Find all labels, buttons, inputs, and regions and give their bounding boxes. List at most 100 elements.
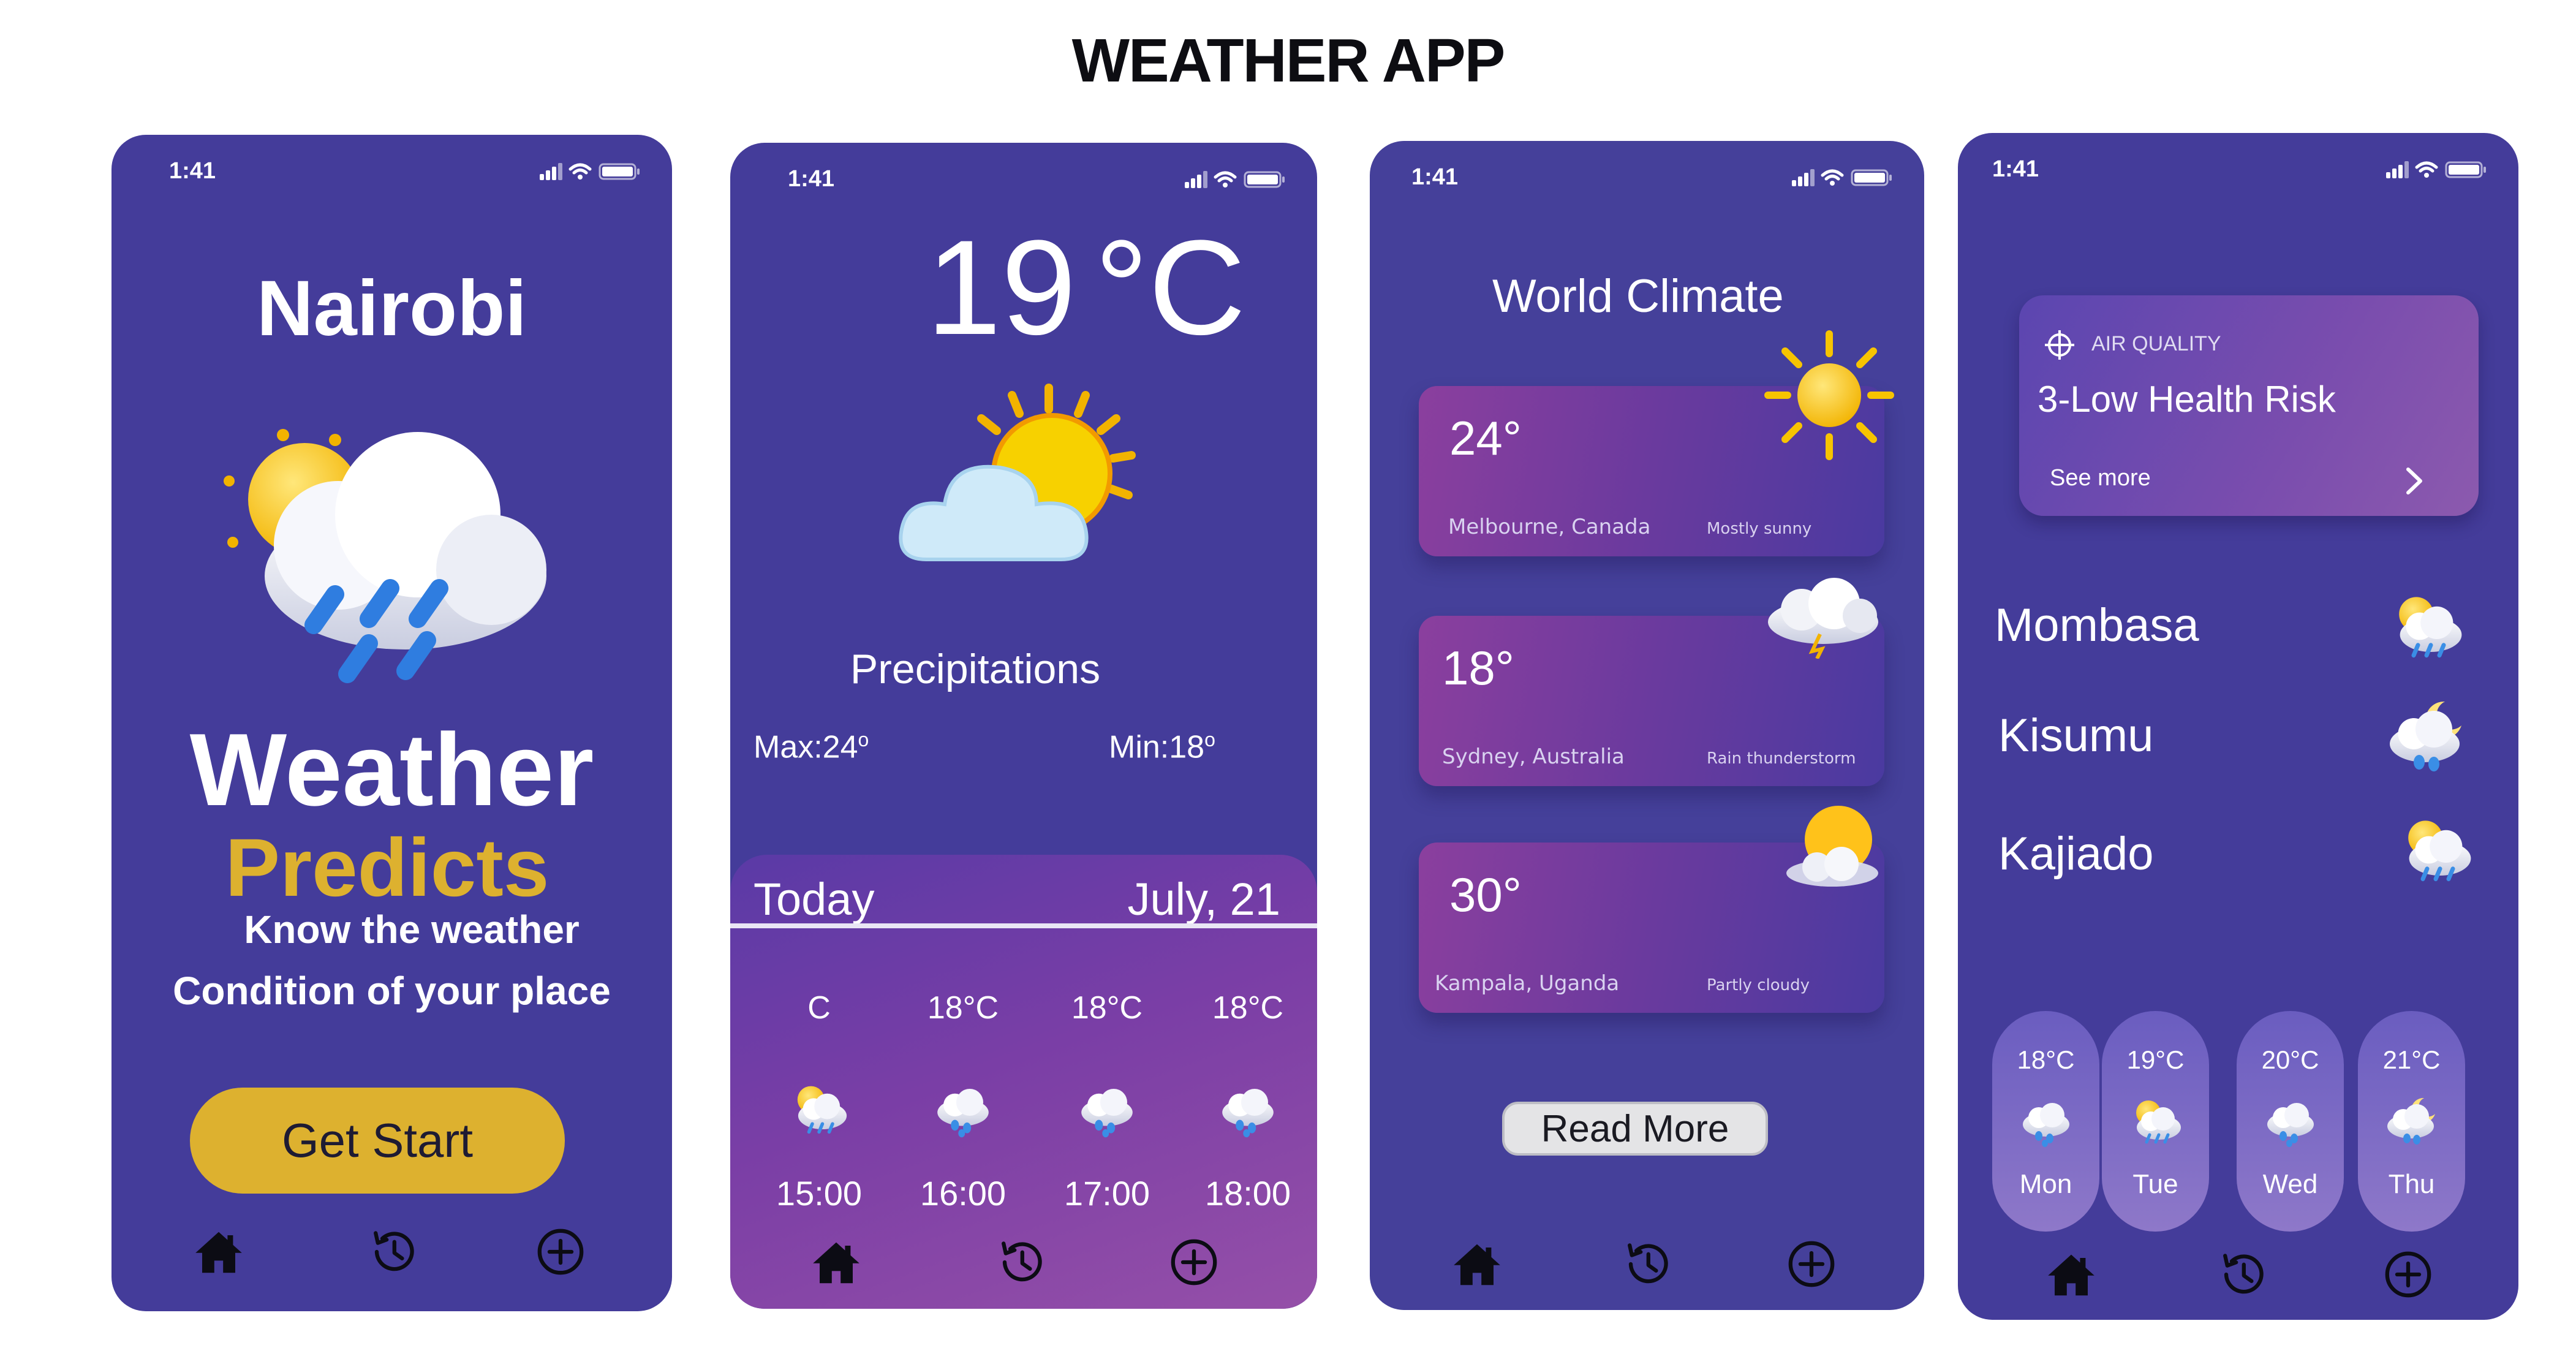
read-more-button[interactable]: Read More xyxy=(1502,1102,1768,1156)
sun-cloud-rain-icon xyxy=(2378,583,2476,669)
status-time: 1:41 xyxy=(1992,156,2039,182)
storm-cloud-icon xyxy=(1768,578,1878,659)
hour-time: 16:00 xyxy=(920,1174,1007,1213)
bottom-nav xyxy=(1958,1242,2518,1303)
sun-cloud-icon xyxy=(899,384,1136,561)
headline-predicts: Predicts xyxy=(225,822,550,914)
cloud-rain-icon xyxy=(2015,1091,2077,1152)
hour-column: 18°C 18:00 xyxy=(1184,990,1312,1213)
sun-cloud-rain-icon xyxy=(785,1075,853,1143)
sun-cloud-icon xyxy=(1786,806,1878,887)
sun-cloud-rain-icon xyxy=(2387,807,2485,893)
page-title: WEATHER APP xyxy=(1071,26,1506,95)
history-icon[interactable] xyxy=(994,1235,1049,1290)
phone-screen-welcome: 1:41 Nairobi Weather Predicts Know the w… xyxy=(111,135,672,1311)
cloud-rain-icon xyxy=(1214,1075,1282,1143)
home-icon[interactable] xyxy=(809,1235,864,1290)
temperature-value: 19 xyxy=(926,212,1076,363)
hour-temp: 18°C xyxy=(1071,990,1143,1026)
card-city: Kampala, Uganda xyxy=(1435,971,1620,996)
forecast-temp: 18°C xyxy=(2017,1045,2075,1074)
tagline-line2: Condition of your place xyxy=(173,969,611,1013)
headline-weather: Weather xyxy=(189,712,594,827)
status-icons xyxy=(1792,165,1896,187)
forecast-day-pill[interactable]: 21°C Thu xyxy=(2358,1011,2465,1232)
hour-time: 17:00 xyxy=(1063,1174,1150,1213)
forecast-temp: 21°C xyxy=(2382,1045,2441,1074)
temperature-unit: °C xyxy=(1094,212,1246,363)
city-name: Nairobi xyxy=(257,265,527,352)
forecast-day: Tue xyxy=(2132,1169,2178,1199)
history-icon[interactable] xyxy=(366,1224,421,1279)
sun-icon xyxy=(1764,330,1894,460)
hour-column: 18°C 17:00 xyxy=(1043,990,1171,1213)
chevron-right-icon[interactable] xyxy=(2402,466,2427,496)
add-circle-icon[interactable] xyxy=(2381,1247,2436,1302)
divider xyxy=(730,923,1317,928)
tagline-line1: Know the weather xyxy=(244,907,580,952)
phone-screen-forecast: 1:41 19 °C Precipitations Max:24o Min:18o… xyxy=(730,143,1317,1309)
bottom-nav xyxy=(111,1219,672,1281)
status-time: 1:41 xyxy=(788,166,835,192)
today-label: Today xyxy=(754,874,875,925)
city-row-name[interactable]: Kisumu xyxy=(1998,709,2153,762)
hourly-panel: Today July, 21 C 15:00 18°C 16:00 18°C 1… xyxy=(730,855,1317,1309)
forecast-day: Mon xyxy=(2019,1169,2072,1199)
date-label: July, 21 xyxy=(1127,874,1280,925)
forecast-day-pill[interactable]: 18°C Mon xyxy=(1992,1011,2099,1232)
city-row-name[interactable]: Mombasa xyxy=(1995,599,2199,652)
precipitations-label: Precipitations xyxy=(850,646,1101,692)
hour-temp: 18°C xyxy=(1212,990,1284,1026)
forecast-day-pill[interactable]: 20°C Wed xyxy=(2237,1011,2344,1232)
cloud-rain-icon xyxy=(1073,1075,1141,1143)
screen-title: World Climate xyxy=(1492,270,1784,322)
phone-screen-world-climate: 1:41 World Climate 24° Melbourne, Canada… xyxy=(1370,141,1924,1310)
status-time: 1:41 xyxy=(169,158,216,184)
bottom-nav xyxy=(730,1230,1317,1291)
see-more-link[interactable]: See more xyxy=(2050,465,2151,491)
phone-screen-cities: 1:41 Tue AIR QUALITY 3-Low Health Risk S… xyxy=(1958,133,2518,1320)
status-icons xyxy=(2386,157,2490,180)
card-city: Melbourne, Canada xyxy=(1448,515,1651,539)
history-icon[interactable] xyxy=(2215,1247,2270,1302)
home-icon[interactable] xyxy=(191,1224,246,1279)
hour-temp: C xyxy=(807,990,831,1026)
moon-cloud-rain-icon xyxy=(2381,1091,2442,1152)
hour-column: 18°C 16:00 xyxy=(899,990,1027,1213)
forecast-day-pill[interactable]: 19°C Tue xyxy=(2102,1011,2209,1232)
forecast-day: Thu xyxy=(2388,1169,2435,1199)
hour-column: C 15:00 xyxy=(755,990,883,1213)
add-circle-icon[interactable] xyxy=(1166,1235,1222,1290)
status-time: 1:41 xyxy=(1411,164,1459,190)
status-icons xyxy=(540,159,644,181)
cloud-rain-icon xyxy=(2260,1091,2321,1152)
sun-cloud-rain-icon xyxy=(224,429,546,683)
home-icon[interactable] xyxy=(2044,1247,2099,1302)
card-city: Sydney, Australia xyxy=(1442,744,1625,769)
city-row-name[interactable]: Kajiado xyxy=(1998,827,2154,880)
forecast-temp: 19°C xyxy=(2126,1045,2185,1074)
card-condition: Rain thunderstorm xyxy=(1707,749,1856,768)
card-temperature: 24° xyxy=(1449,411,1522,465)
max-temperature: Max:24o xyxy=(754,729,869,765)
get-start-button[interactable]: Get Start xyxy=(190,1088,565,1194)
card-temperature: 18° xyxy=(1442,641,1514,695)
add-circle-icon[interactable] xyxy=(533,1224,588,1279)
card-condition: Mostly sunny xyxy=(1707,520,1812,538)
history-icon[interactable] xyxy=(1620,1236,1675,1292)
home-icon[interactable] xyxy=(1449,1236,1505,1292)
air-quality-label: AIR QUALITY xyxy=(2091,332,2221,355)
air-quality-value: 3-Low Health Risk xyxy=(2038,379,2336,420)
add-circle-icon[interactable] xyxy=(1784,1236,1839,1292)
card-temperature: 30° xyxy=(1449,868,1522,922)
crosshair-icon xyxy=(2045,330,2074,360)
moon-cloud-rain-icon xyxy=(2378,691,2476,782)
air-quality-card[interactable]: AIR QUALITY 3-Low Health Risk See more xyxy=(2019,295,2479,516)
cloud-rain-icon xyxy=(929,1075,997,1143)
card-condition: Partly cloudy xyxy=(1707,976,1810,994)
current-temperature: 19 °C xyxy=(926,210,1246,365)
hour-temp: 18°C xyxy=(927,990,999,1026)
bottom-nav xyxy=(1370,1232,1924,1293)
min-temperature: Min:18o xyxy=(1109,729,1215,765)
status-icons xyxy=(1185,167,1289,189)
